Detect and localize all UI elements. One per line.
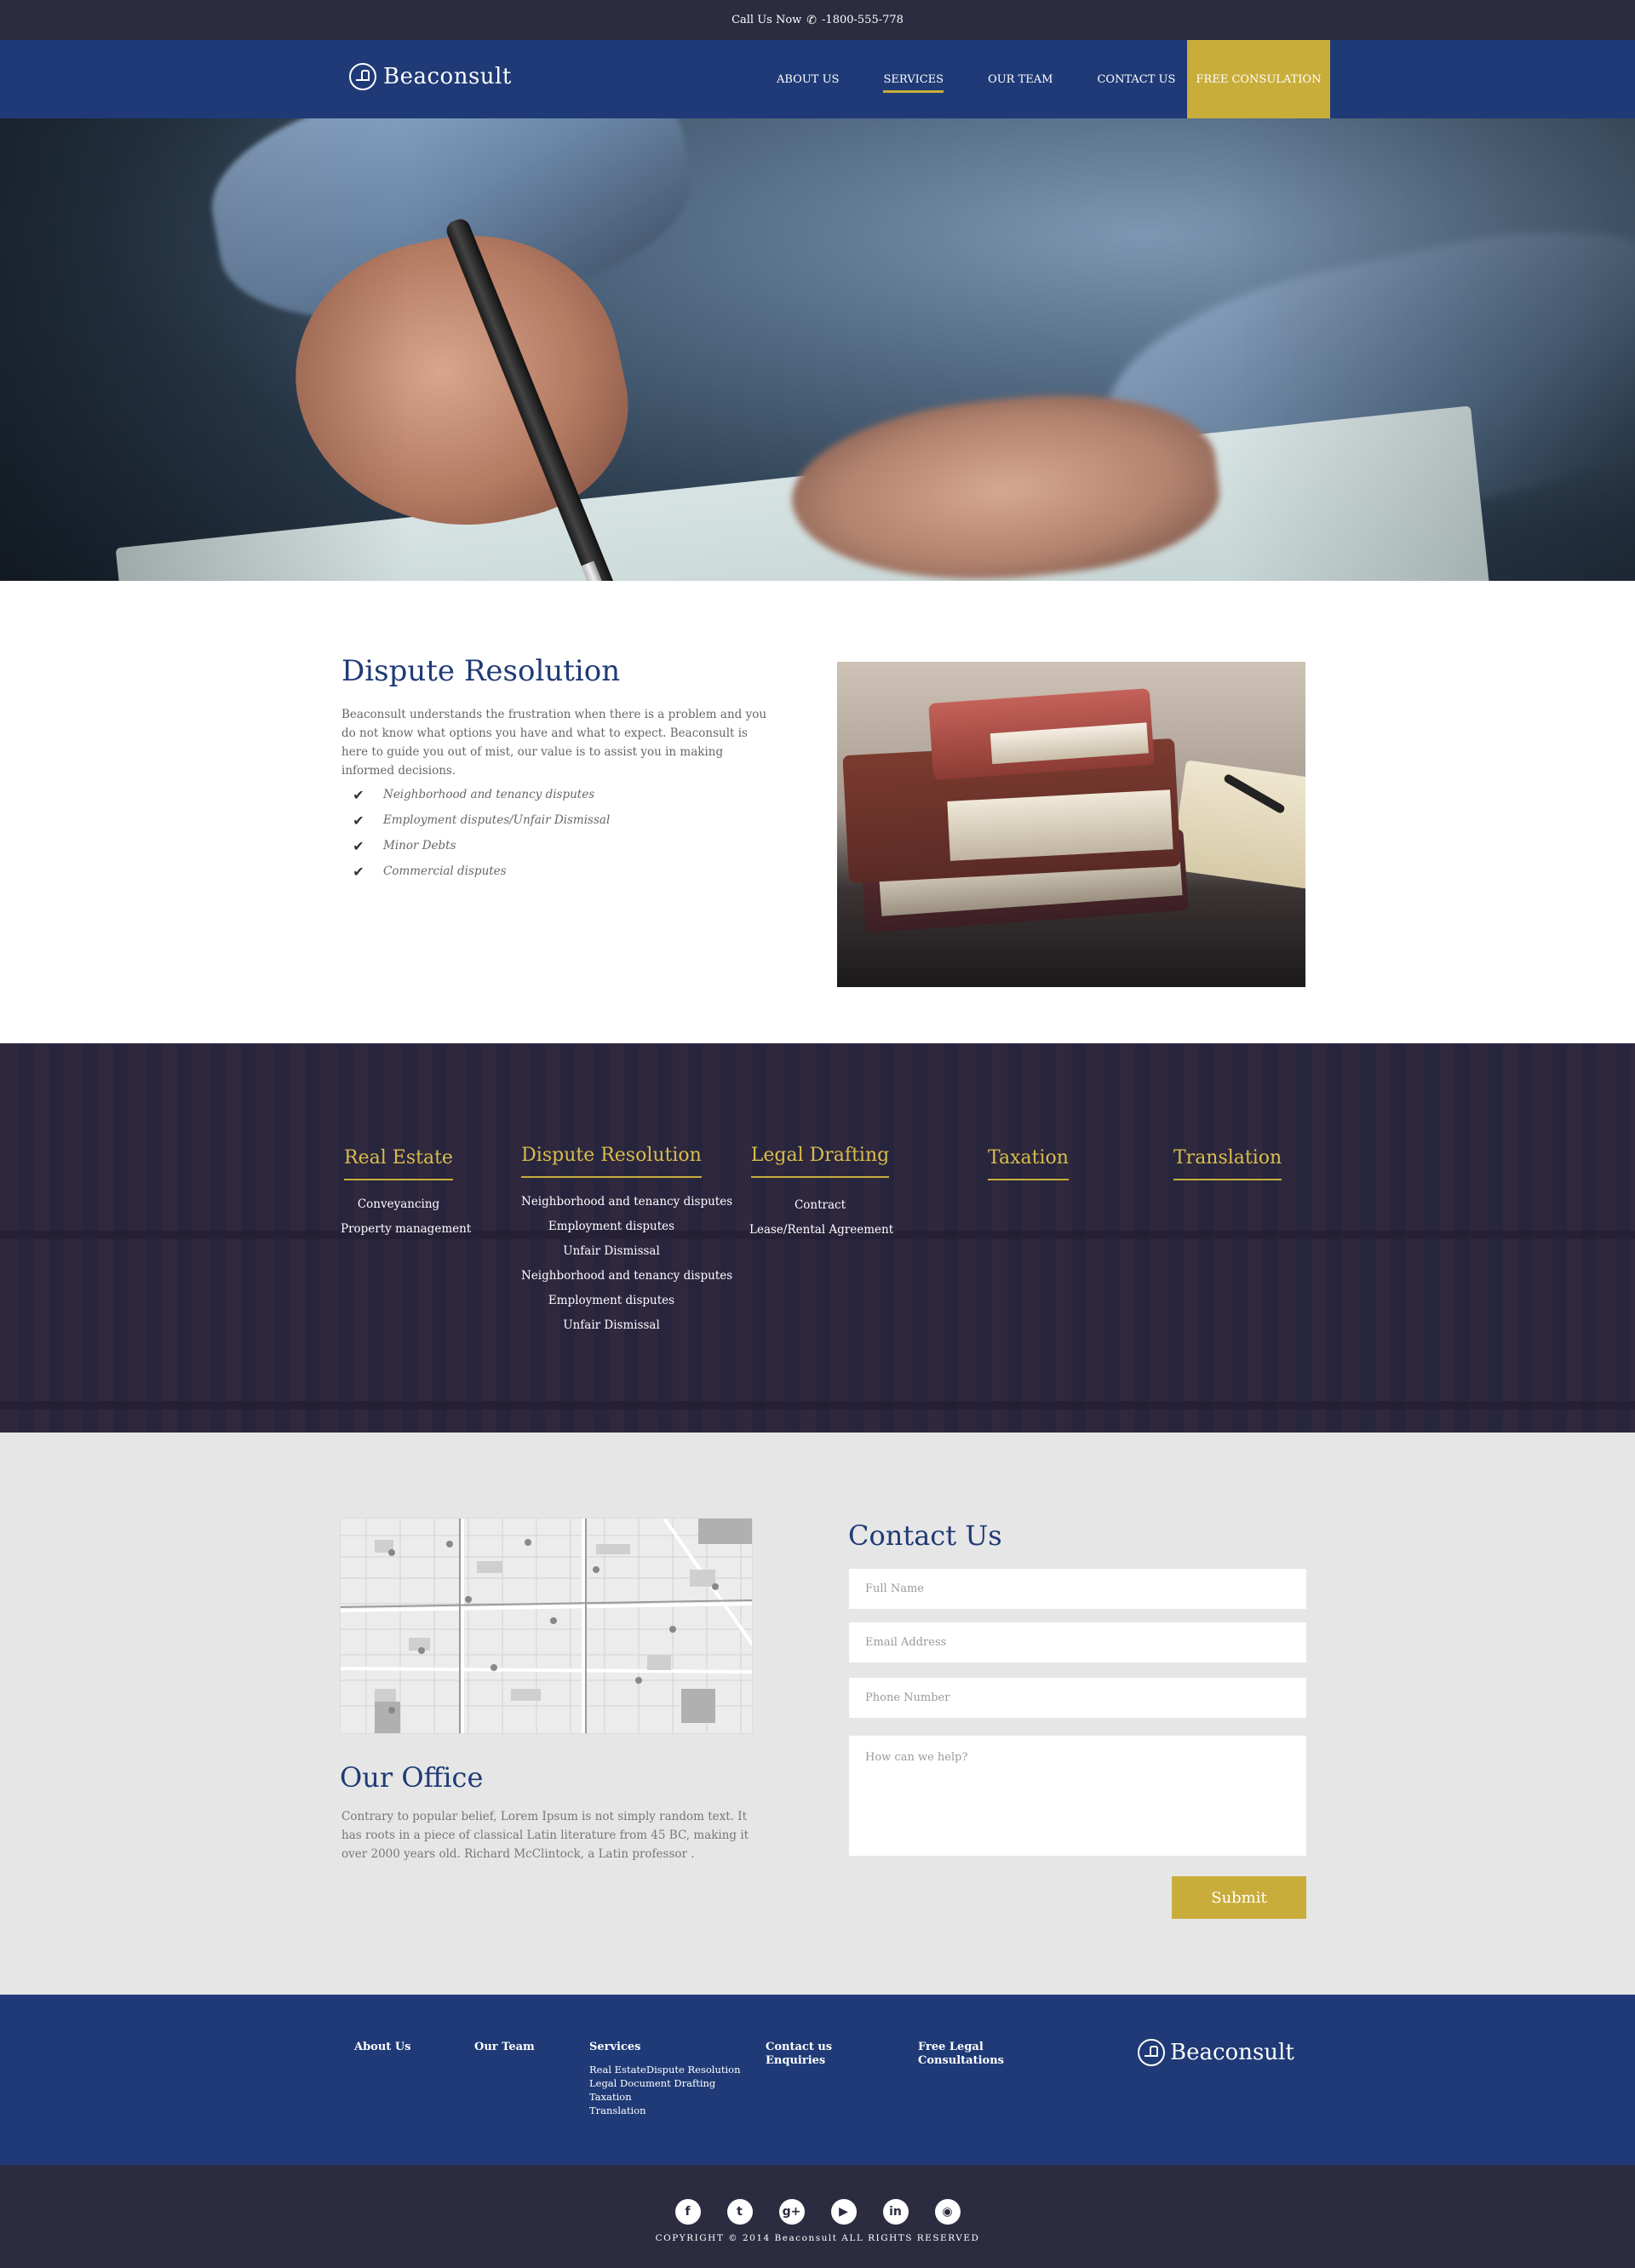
footer-service-item[interactable]: Legal Document Drafting bbox=[589, 2076, 741, 2090]
footer-contact-link[interactable]: Contact us Enquiries bbox=[766, 2041, 832, 2068]
list-item: ✔ Minor Debts bbox=[349, 833, 610, 858]
footer-services-column: Services Real EstateDispute Resolution L… bbox=[589, 2041, 741, 2117]
service-title[interactable]: Taxation bbox=[988, 1147, 1069, 1180]
logo[interactable]: Beaconsult bbox=[349, 63, 512, 90]
beacon-logo-icon bbox=[1138, 2039, 1165, 2066]
twitter-icon[interactable]: t bbox=[726, 2199, 753, 2225]
service-item[interactable]: Conveyancing bbox=[341, 1192, 456, 1217]
phone-number[interactable]: -1800-555-778 bbox=[822, 14, 904, 26]
logo-text: Beaconsult bbox=[383, 64, 512, 89]
footer: About Us Our Team Services Real EstateDi… bbox=[0, 1995, 1635, 2165]
service-title[interactable]: Legal Drafting bbox=[750, 1145, 890, 1178]
service-legal-drafting: Legal Drafting Contract Lease/Rental Agr… bbox=[749, 1145, 893, 1243]
list-item: ✔ Employment disputes/Unfair Dismissal bbox=[349, 807, 610, 833]
top-bar: Call Us Now ✆ -1800-555-778 bbox=[0, 0, 1635, 40]
footer-service-item[interactable]: Taxation bbox=[589, 2090, 741, 2104]
footer-team-link[interactable]: Our Team bbox=[474, 2041, 535, 2054]
hero-image bbox=[0, 118, 1635, 581]
nav-links: ABOUT US SERVICES OUR TEAM CONTACT US bbox=[777, 40, 1219, 118]
service-item[interactable]: Employment disputes bbox=[521, 1214, 702, 1239]
service-item[interactable]: Neighborhood and tenancy disputes bbox=[521, 1190, 732, 1214]
nav-services[interactable]: SERVICES bbox=[883, 66, 944, 93]
service-title[interactable]: Dispute Resolution bbox=[521, 1145, 702, 1178]
service-item[interactable]: Lease/Rental Agreement bbox=[749, 1218, 893, 1243]
nav-contact-us[interactable]: CONTACT US bbox=[1097, 66, 1175, 93]
footer-logo[interactable]: Beaconsult bbox=[1138, 2039, 1294, 2066]
google-plus-icon[interactable]: g+ bbox=[778, 2199, 805, 2225]
books-image bbox=[837, 662, 1305, 987]
social-links: f t g+ ▶ in ◉ bbox=[0, 2199, 1635, 2225]
facebook-icon[interactable]: f bbox=[674, 2199, 701, 2225]
message-field[interactable]: How can we help? bbox=[849, 1736, 1306, 1856]
service-item[interactable]: Unfair Dismissal bbox=[521, 1313, 702, 1338]
bottom-bar: f t g+ ▶ in ◉ COPYRIGHT © 2014 Beaconsul… bbox=[0, 2165, 1635, 2268]
dispute-intro: Beaconsult understands the frustration w… bbox=[341, 708, 767, 778]
service-dispute-resolution: Dispute Resolution Neighborhood and tena… bbox=[521, 1145, 732, 1338]
office-map[interactable] bbox=[340, 1518, 753, 1734]
service-item[interactable]: Unfair Dismissal bbox=[521, 1239, 702, 1264]
list-item: ✔ Neighborhood and tenancy disputes bbox=[349, 782, 610, 807]
service-real-estate: Real Estate Conveyancing Property manage… bbox=[341, 1147, 471, 1242]
dispute-list: ✔ Neighborhood and tenancy disputes ✔ Empl… bbox=[349, 782, 610, 884]
footer-service-item[interactable]: Translation bbox=[589, 2104, 741, 2117]
services-section: Real Estate Conveyancing Property manage… bbox=[0, 1043, 1635, 1433]
contact-title: Contact Us bbox=[848, 1519, 1002, 1552]
full-name-field[interactable]: Full Name bbox=[849, 1569, 1306, 1609]
check-icon: ✔ bbox=[353, 863, 364, 880]
phone-field[interactable]: Phone Number bbox=[849, 1678, 1306, 1718]
service-title[interactable]: Real Estate bbox=[344, 1147, 453, 1180]
footer-services-link[interactable]: Services bbox=[589, 2041, 741, 2054]
footer-free-consult-link[interactable]: Free Legal Consultations bbox=[918, 2041, 1004, 2068]
submit-button[interactable]: Submit bbox=[1172, 1876, 1306, 1919]
call-label: Call Us Now bbox=[731, 14, 802, 26]
main-nav: Beaconsult ABOUT US SERVICES OUR TEAM CO… bbox=[0, 40, 1635, 118]
beacon-logo-icon bbox=[349, 63, 376, 90]
contact-section: Our Office Contrary to popular belief, L… bbox=[0, 1433, 1635, 1995]
footer-about-link[interactable]: About Us bbox=[354, 2041, 411, 2054]
list-item: ✔ Commercial disputes bbox=[349, 858, 610, 884]
check-icon: ✔ bbox=[353, 786, 364, 803]
nav-our-team[interactable]: OUR TEAM bbox=[988, 66, 1053, 93]
footer-service-item[interactable]: Real EstateDispute Resolution bbox=[589, 2063, 741, 2076]
email-field[interactable]: Email Address bbox=[849, 1622, 1306, 1662]
nav-about-us[interactable]: ABOUT US bbox=[777, 66, 839, 93]
office-title: Our Office bbox=[340, 1761, 484, 1794]
youtube-icon[interactable]: ▶ bbox=[830, 2199, 857, 2225]
copyright-text: COPYRIGHT © 2014 Beaconsult ALL RIGHTS R… bbox=[655, 2233, 980, 2243]
service-item[interactable]: Property management bbox=[341, 1217, 471, 1242]
phone-icon: ✆ bbox=[806, 13, 818, 27]
check-icon: ✔ bbox=[353, 837, 364, 854]
linkedin-icon[interactable]: in bbox=[882, 2199, 909, 2225]
free-consultation-button[interactable]: FREE CONSULATION bbox=[1187, 40, 1330, 118]
service-title[interactable]: Translation bbox=[1173, 1147, 1282, 1180]
service-item[interactable]: Contract bbox=[749, 1193, 891, 1218]
instagram-icon[interactable]: ◉ bbox=[934, 2199, 961, 2225]
dispute-section: Dispute Resolution Beaconsult understand… bbox=[0, 581, 1635, 1043]
service-item[interactable]: Employment disputes bbox=[521, 1289, 702, 1313]
check-icon: ✔ bbox=[353, 812, 364, 829]
footer-logo-text: Beaconsult bbox=[1170, 2040, 1294, 2065]
dispute-title: Dispute Resolution bbox=[341, 654, 621, 688]
service-item[interactable]: Neighborhood and tenancy disputes bbox=[521, 1264, 732, 1289]
office-text: Contrary to popular belief, Lorem Ipsum … bbox=[341, 1810, 749, 1861]
footer-services-list: Real EstateDispute Resolution Legal Docu… bbox=[589, 2063, 741, 2117]
service-taxation: Taxation bbox=[988, 1147, 1069, 1180]
service-translation: Translation bbox=[1173, 1147, 1282, 1180]
